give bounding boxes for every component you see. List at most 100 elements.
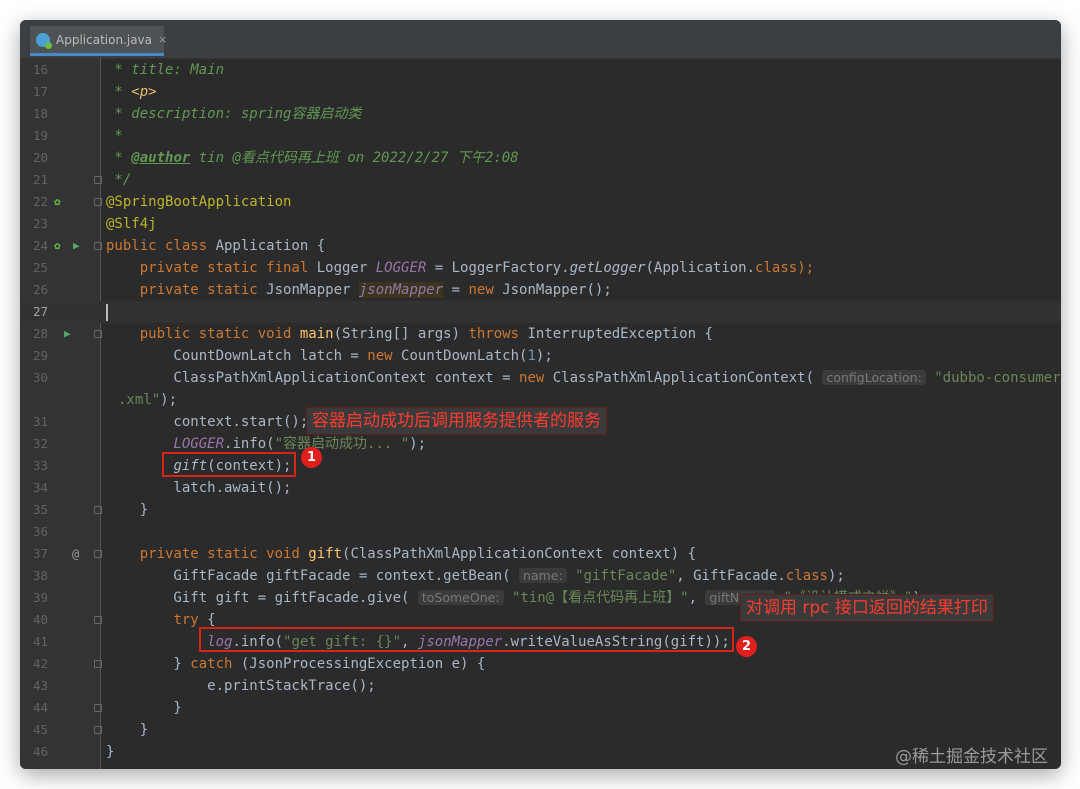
fold-icon[interactable]: [94, 506, 102, 514]
line-number: 42: [32, 656, 48, 671]
line-text: */: [106, 172, 132, 188]
line-text: }: [106, 722, 149, 738]
line-number: 18: [32, 106, 48, 121]
fold-icon[interactable]: [94, 660, 102, 668]
line-text: }: [106, 700, 182, 716]
line-number: 36: [32, 524, 48, 539]
line-number: 40: [32, 612, 48, 627]
line-number: 33: [32, 458, 48, 473]
line-number: 47: [20, 763, 48, 769]
highlight-box-gift-call: [162, 452, 296, 477]
annotation-label-1: 容器启动成功后调用服务提供者的服务: [306, 407, 607, 435]
line-text: ClassPathXmlApplicationContext context =…: [106, 370, 1061, 386]
spring-bean-icon[interactable]: ✿: [54, 195, 61, 209]
watermark: @稀土掘金技术社区: [895, 747, 1048, 767]
code-line: 28 ▶ public static void main(String[] ar…: [20, 323, 1061, 345]
code-line: 29 CountDownLatch latch = new CountDownL…: [20, 345, 1061, 367]
code-line: 23 @Slf4j: [20, 213, 1061, 235]
line-text: private static final Logger LOGGER = Log…: [106, 260, 815, 276]
code-line: 35 }: [20, 499, 1061, 521]
line-number: 17: [32, 84, 48, 99]
fold-icon[interactable]: [94, 330, 102, 338]
line-number: 44: [32, 700, 48, 715]
code-line: 34 latch.await();: [20, 477, 1061, 499]
line-number: 20: [32, 150, 48, 165]
line-text: context.start();: [106, 414, 309, 430]
code-line: 26 private static JsonMapper jsonMapper …: [20, 279, 1061, 301]
line-text: public class Application {: [106, 238, 326, 254]
spring-bean-icon[interactable]: ✿: [54, 239, 61, 253]
code-line: 43 e.printStackTrace();: [20, 675, 1061, 697]
close-icon[interactable]: ×: [158, 33, 167, 46]
tab-application-java[interactable]: Application.java ×: [30, 26, 167, 56]
line-number: 34: [32, 480, 48, 495]
line-text: * @author tin @看点代码再上班 on 2022/2/27 下午2:…: [106, 150, 519, 166]
line-text: @SpringBootApplication: [106, 194, 292, 210]
line-number: 41: [32, 634, 48, 649]
fold-icon[interactable]: [94, 198, 102, 206]
line-text: e.printStackTrace();: [106, 678, 376, 694]
line-text: }: [106, 744, 115, 760]
annotation-label-2: 对调用 rpc 接口返回的结果打印: [740, 594, 994, 622]
annotation-badge-2: 2: [736, 636, 757, 657]
fold-icon[interactable]: [94, 176, 102, 184]
line-number: 30: [32, 370, 48, 385]
line-text: * description: spring容器启动类: [106, 106, 362, 122]
line-text: } catch (JsonProcessingException e) {: [106, 656, 486, 672]
parameter-hint: name:: [519, 568, 567, 583]
line-number: 27: [32, 304, 48, 319]
tab-filename: Application.java: [56, 32, 153, 47]
code-line: 25 private static final Logger LOGGER = …: [20, 257, 1061, 279]
code-line: 36: [20, 521, 1061, 543]
line-text: CountDownLatch latch = new CountDownLatc…: [106, 348, 553, 364]
text-caret: [106, 304, 108, 321]
line-number: 37: [32, 546, 48, 561]
run-icon[interactable]: ▶: [73, 239, 80, 253]
fold-icon[interactable]: [94, 242, 102, 250]
line-number: 28: [32, 326, 48, 341]
line-number: 35: [32, 502, 48, 517]
annotation-badge-1: 1: [301, 447, 322, 468]
line-text: * <p>: [106, 84, 157, 100]
line-text: private static JsonMapper jsonMapper = n…: [106, 282, 612, 298]
line-number: 32: [32, 436, 48, 451]
code-line: 22 ✿ @SpringBootApplication: [20, 191, 1061, 213]
line-number: 38: [32, 568, 48, 583]
line-number: 22: [32, 194, 48, 209]
code-line: 42 } catch (JsonProcessingException e) {: [20, 653, 1061, 675]
line-number: 21: [32, 172, 48, 187]
line-number: 16: [32, 62, 48, 77]
line-number: 29: [32, 348, 48, 363]
line-text: }: [106, 502, 149, 518]
fold-icon[interactable]: [94, 616, 102, 624]
line-text: *: [106, 128, 123, 144]
parameter-hint: toSomeOne:: [417, 590, 504, 605]
code-line: 19 *: [20, 125, 1061, 147]
override-icon[interactable]: @: [72, 547, 79, 561]
line-number: 45: [32, 722, 48, 737]
code-line: 18 * description: spring容器启动类: [20, 103, 1061, 125]
line-text: private static void gift(ClassPathXmlApp…: [106, 546, 697, 562]
line-text: * title: Main: [106, 62, 225, 78]
java-class-icon: [36, 32, 52, 49]
ide-window: Application.java × 16 * title: Main 17 *…: [20, 20, 1061, 769]
fold-icon[interactable]: [94, 726, 102, 734]
line-number: 25: [32, 260, 48, 275]
line-number: 46: [32, 744, 48, 759]
line-text: @Slf4j: [106, 216, 157, 232]
line-number: 43: [32, 678, 48, 693]
highlight-box-log-info: [199, 627, 734, 652]
line-number: 19: [32, 128, 48, 143]
code-line: 45 }: [20, 719, 1061, 741]
code-line: 44 }: [20, 697, 1061, 719]
fold-icon[interactable]: [94, 704, 102, 712]
line-number: 24: [32, 238, 48, 253]
fold-icon[interactable]: [94, 550, 102, 558]
line-number: 26: [32, 282, 48, 297]
line-number: 31: [32, 414, 48, 429]
code-line: 16 * title: Main: [20, 59, 1061, 81]
run-icon[interactable]: ▶: [64, 327, 71, 341]
parameter-hint: configLocation:: [822, 370, 926, 385]
code-line: 17 * <p>: [20, 81, 1061, 103]
code-line: 37 @ private static void gift(ClassPathX…: [20, 543, 1061, 565]
